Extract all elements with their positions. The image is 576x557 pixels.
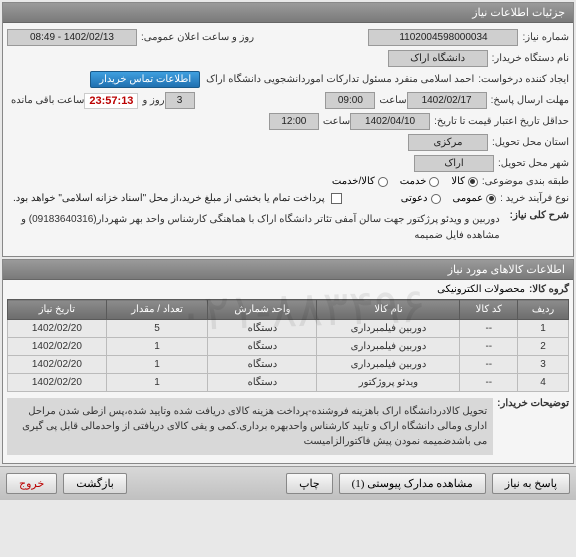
exit-button[interactable]: خروج xyxy=(6,473,57,494)
respond-button[interactable]: پاسخ به نیاز xyxy=(492,473,570,494)
items-panel: اطلاعات کالاهای مورد نیاز گروه کالا: محص… xyxy=(2,259,574,464)
city-value: اراک xyxy=(414,155,494,172)
radio-dot-icon xyxy=(378,177,388,187)
announce-value: 1402/02/13 - 08:49 xyxy=(7,29,137,46)
cell-date: 1402/02/20 xyxy=(8,320,107,338)
validity-date: 1402/04/10 xyxy=(350,113,430,130)
back-button[interactable]: بازگشت xyxy=(63,473,127,494)
table-row[interactable]: 3--دوربین فیلمبرداریدستگاه11402/02/20 xyxy=(8,356,569,374)
process-label: نوع فرآیند خرید : xyxy=(500,193,569,204)
time-label-1: ساعت xyxy=(379,95,406,106)
cell-r: 3 xyxy=(518,356,569,374)
cell-unit: دستگاه xyxy=(208,320,317,338)
need-no-label: شماره نیاز: xyxy=(522,32,569,43)
radio-public[interactable]: عمومی xyxy=(453,193,497,204)
radio-dot-icon xyxy=(429,177,439,187)
cell-name: ویدئو پروژکتور xyxy=(317,374,460,392)
cell-qty: 1 xyxy=(106,374,208,392)
th-date: تاریخ نیاز xyxy=(8,300,107,320)
th-name: نام کالا xyxy=(317,300,460,320)
remain-label: ساعت باقی مانده xyxy=(11,95,84,106)
summary-label: شرح کلی نیاز: xyxy=(510,210,569,221)
table-row[interactable]: 4--ویدئو پروژکتوردستگاه11402/02/20 xyxy=(8,374,569,392)
buyer-org-label: نام دستگاه خریدار: xyxy=(492,53,569,64)
need-details-panel: جزئیات اطلاعات نیاز شماره نیاز: 11020045… xyxy=(2,2,574,257)
panel1-title: جزئیات اطلاعات نیاز xyxy=(3,3,573,23)
cell-unit: دستگاه xyxy=(208,374,317,392)
cell-r: 1 xyxy=(518,320,569,338)
radio-goods-service[interactable]: کالا/خدمت xyxy=(332,176,388,187)
province-value: مرکزی xyxy=(408,134,488,151)
attachments-button[interactable]: مشاهده مدارک پیوستی (1) xyxy=(339,473,486,494)
buyer-note-text: تحویل کالادردانشگاه اراک باهزینه فروشنده… xyxy=(7,398,493,455)
th-unit: واحد شمارش xyxy=(208,300,317,320)
category-label: طبقه بندی موضوعی: xyxy=(482,176,569,187)
countdown-timer: 23:57:13 xyxy=(84,93,138,109)
treasury-note: پرداخت تمام یا بخشی از مبلغ خرید،از محل … xyxy=(7,191,331,206)
radio-goods[interactable]: کالا xyxy=(451,176,478,187)
time-label-2: ساعت xyxy=(323,116,350,127)
deadline-time: 09:00 xyxy=(325,92,375,109)
buyer-note-label: توضیحات خریدار: xyxy=(497,398,569,409)
city-label: شهر محل تحویل: xyxy=(498,158,569,169)
cell-qty: 1 xyxy=(106,356,208,374)
cell-code: -- xyxy=(460,320,518,338)
th-code: کد کالا xyxy=(460,300,518,320)
table-row[interactable]: 1--دوربین فیلمبرداریدستگاه51402/02/20 xyxy=(8,320,569,338)
radio-dot-icon xyxy=(431,194,441,204)
days-left: 3 xyxy=(165,92,195,109)
cell-unit: دستگاه xyxy=(208,356,317,374)
cell-r: 2 xyxy=(518,338,569,356)
cell-name: دوربین فیلمبرداری xyxy=(317,338,460,356)
validity-time: 12:00 xyxy=(269,113,319,130)
group-value: محصولات الکترونیکی xyxy=(437,284,525,295)
day-label: روز و xyxy=(142,95,164,106)
treasury-checkbox[interactable] xyxy=(331,193,342,204)
group-label: گروه کالا: xyxy=(529,284,569,295)
radio-invite[interactable]: دعوتی xyxy=(401,193,441,204)
contact-buyer-button[interactable]: اطلاعات تماس خریدار xyxy=(90,71,200,88)
cell-qty: 1 xyxy=(106,338,208,356)
deadline-label: مهلت ارسال پاسخ: xyxy=(491,95,569,106)
print-button[interactable]: چاپ xyxy=(286,473,333,494)
th-qty: تعداد / مقدار xyxy=(106,300,208,320)
panel2-title: اطلاعات کالاهای مورد نیاز xyxy=(3,260,573,280)
cell-date: 1402/02/20 xyxy=(8,338,107,356)
category-radio-group: کالا خدمت کالا/خدمت xyxy=(332,176,478,187)
cell-date: 1402/02/20 xyxy=(8,374,107,392)
th-row: ردیف xyxy=(518,300,569,320)
province-label: استان محل تحویل: xyxy=(492,137,569,148)
deadline-date: 1402/02/17 xyxy=(407,92,487,109)
footer-toolbar: پاسخ به نیاز مشاهده مدارک پیوستی (1) چاپ… xyxy=(0,466,576,500)
cell-date: 1402/02/20 xyxy=(8,356,107,374)
items-table: ردیف کد کالا نام کالا واحد شمارش تعداد /… xyxy=(7,299,569,392)
radio-dot-icon xyxy=(486,194,496,204)
cell-code: -- xyxy=(460,338,518,356)
cell-r: 4 xyxy=(518,374,569,392)
announce-label: روز و ساعت اعلان عمومی: xyxy=(141,32,254,43)
cell-unit: دستگاه xyxy=(208,338,317,356)
need-no-value: 1102004598000034 xyxy=(368,29,518,46)
cell-name: دوربین فیلمبرداری xyxy=(317,356,460,374)
cell-name: دوربین فیلمبرداری xyxy=(317,320,460,338)
radio-service[interactable]: خدمت xyxy=(400,176,440,187)
radio-dot-icon xyxy=(468,177,478,187)
cell-code: -- xyxy=(460,356,518,374)
buyer-org-value: دانشگاه اراک xyxy=(388,50,488,67)
summary-text: دوربین و ویدئو پرژکتور جهت سالن آمفی تئا… xyxy=(7,210,506,246)
table-row[interactable]: 2--دوربین فیلمبرداریدستگاه11402/02/20 xyxy=(8,338,569,356)
cell-qty: 5 xyxy=(106,320,208,338)
validity-label: حداقل تاریخ اعتبار قیمت تا تاریخ: xyxy=(434,116,569,127)
requester-value: احمد اسلامی منفرد مسئول تدارکات اموردانش… xyxy=(206,74,474,85)
cell-code: -- xyxy=(460,374,518,392)
requester-label: ایجاد کننده درخواست: xyxy=(478,74,569,85)
process-radio-group: عمومی دعوتی xyxy=(401,193,496,204)
